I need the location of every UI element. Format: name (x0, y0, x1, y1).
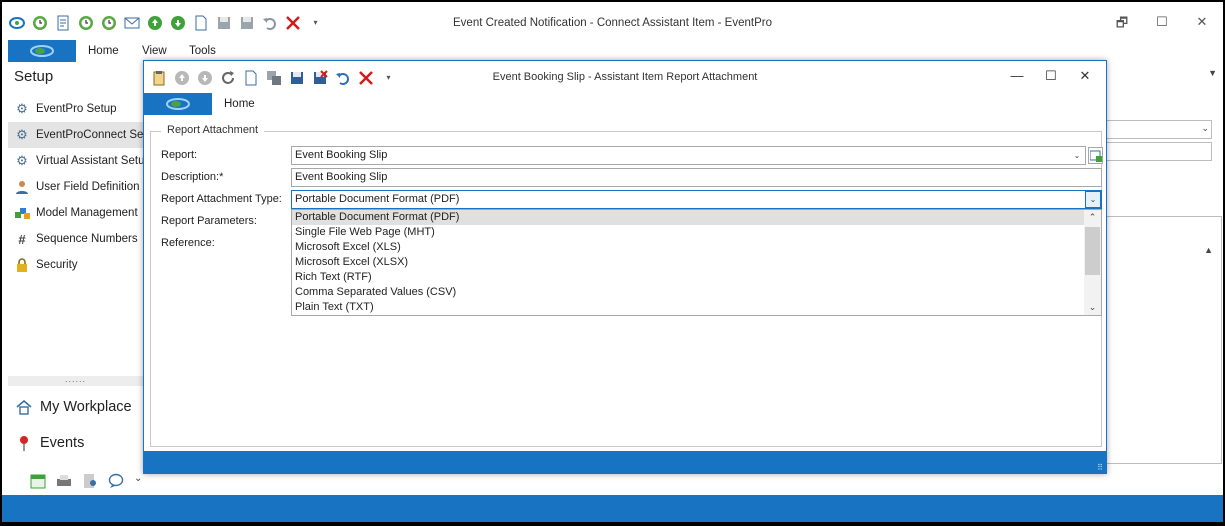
sidebar: Setup ⚙ EventPro Setup ⚙ EventProConnect S… (8, 62, 143, 520)
sidebar-item-eventpro-setup[interactable]: ⚙ EventPro Setup (8, 96, 143, 122)
ribbon-collapse-icon[interactable]: ▼ (1208, 68, 1217, 78)
nav-label: Events (40, 435, 85, 451)
app-menu-button[interactable] (8, 40, 76, 62)
report-value: Event Booking Slip (295, 149, 388, 161)
expand-icon[interactable]: ⌄ (134, 473, 143, 489)
dialog-tab-home[interactable]: Home (224, 98, 255, 110)
main-titlebar: ▾ Event Created Notification - Connect A… (2, 2, 1223, 40)
sidebar-item-label: Security (36, 259, 78, 271)
logo-icon (30, 45, 54, 57)
attachment-type-options: Portable Document Format (PDF) Single Fi… (291, 209, 1102, 316)
nav-events[interactable]: Events (14, 428, 84, 458)
close-icon[interactable]: ✕ (1074, 68, 1096, 84)
dialog-status-bar: ⠿ (144, 451, 1106, 473)
tab-view[interactable]: View (142, 45, 167, 57)
sidebar-item-label: EventProConnect Setup (36, 129, 143, 141)
chevron-down-icon[interactable]: ⌄ (1085, 191, 1101, 208)
attachment-type-label: Report Attachment Type: (161, 193, 282, 205)
main-window: ▾ Event Created Notification - Connect A… (2, 2, 1223, 522)
hash-icon: # (18, 231, 26, 247)
resize-grip-icon[interactable]: ⠿ (1097, 464, 1103, 472)
option-xls[interactable]: Microsoft Excel (XLS) (292, 240, 1101, 255)
background-combo[interactable]: ⌄ (1097, 120, 1212, 139)
restore-icon[interactable]: 🗗 (1109, 14, 1135, 36)
option-mht[interactable]: Single File Web Page (MHT) (292, 225, 1101, 240)
background-field[interactable] (1097, 142, 1212, 161)
chevron-down-icon[interactable]: ⌄ (1069, 147, 1085, 164)
report-parameters-label: Report Parameters: (161, 215, 257, 227)
maximize-icon[interactable]: ☐ (1149, 14, 1175, 36)
report-lookup-button[interactable] (1088, 147, 1103, 164)
option-csv[interactable]: Comma Separated Values (CSV) (292, 285, 1101, 300)
printer-icon[interactable] (56, 473, 72, 489)
scroll-down-icon[interactable]: ⌄ (1084, 300, 1101, 315)
sidebar-item-label: User Field Definition (36, 181, 140, 193)
gear-icon: ⚙ (16, 153, 28, 168)
main-window-controls: 🗗 ☐ ✕ (1109, 14, 1215, 36)
report-combo[interactable]: Event Booking Slip ⌄ (291, 146, 1086, 165)
close-icon[interactable]: ✕ (1189, 14, 1215, 36)
gear-icon: ⚙ (16, 101, 28, 116)
scroll-up-icon[interactable]: ⌃ (1084, 210, 1101, 225)
calendar-icon[interactable] (30, 473, 46, 489)
description-label: Description:* (161, 171, 224, 183)
dialog-title: Event Booking Slip - Assistant Item Repo… (492, 71, 758, 83)
group-title: Report Attachment (161, 124, 265, 136)
tab-tools[interactable]: Tools (189, 45, 216, 57)
report-attachment-group: Report Attachment Report: Event Booking … (150, 124, 1103, 447)
option-pdf[interactable]: Portable Document Format (PDF) (292, 210, 1101, 225)
sidebar-bottom-bar: ⌄ (8, 466, 143, 496)
main-content-area: ▼ ⌄ ▲ (1037, 62, 1223, 520)
chat-icon[interactable] (108, 473, 124, 489)
scroll-thumb[interactable] (1085, 227, 1100, 275)
pin-icon (14, 435, 34, 451)
tab-home[interactable]: Home (88, 45, 119, 57)
minimize-icon[interactable]: — (1006, 68, 1028, 84)
attachment-type-value: Portable Document Format (PDF) (295, 193, 460, 205)
maximize-icon[interactable]: ☐ (1040, 68, 1062, 84)
chevron-down-icon: ⌄ (1201, 123, 1209, 133)
dialog-titlebar: ▾ Event Booking Slip - Assistant Item Re… (144, 61, 1106, 93)
description-value: Event Booking Slip (295, 171, 388, 183)
sidebar-item-label: Model Management (36, 207, 138, 219)
attachment-type-combo[interactable]: Portable Document Format (PDF) ⌄ (291, 190, 1102, 209)
sidebar-item-model-management[interactable]: Model Management (8, 200, 143, 226)
logo-icon (166, 98, 190, 110)
main-window-title: Event Created Notification - Connect Ass… (453, 17, 772, 29)
user-icon (14, 179, 30, 195)
contacts-icon[interactable] (82, 473, 98, 489)
sort-arrow-icon[interactable]: ▲ (1204, 245, 1213, 255)
sidebar-item-label: Sequence Numbers (36, 233, 138, 245)
report-label: Report: (161, 149, 198, 161)
option-rtf[interactable]: Rich Text (RTF) (292, 270, 1101, 285)
dialog-window-controls: — ☐ ✕ (1006, 68, 1096, 84)
report-attachment-dialog: ▾ Event Booking Slip - Assistant Item Re… (143, 60, 1107, 474)
sidebar-item-user-field-definition[interactable]: User Field Definition (8, 174, 143, 200)
dialog-ribbon-tabs: Home (144, 93, 1106, 115)
sidebar-item-label: Virtual Assistant Setup (36, 155, 143, 167)
sidebar-item-label: EventPro Setup (36, 103, 117, 115)
sidebar-title: Setup (14, 68, 54, 85)
model-icon (14, 205, 30, 221)
gear-icon: ⚙ (16, 127, 28, 142)
sidebar-item-virtual-assistant-setup[interactable]: ⚙ Virtual Assistant Setup (8, 148, 143, 174)
reference-label: Reference: (161, 237, 215, 249)
sidebar-list: ⚙ EventPro Setup ⚙ EventProConnect Setup ⚙… (8, 96, 143, 278)
lock-icon (14, 257, 30, 273)
option-txt[interactable]: Plain Text (TXT) (292, 300, 1101, 315)
options-scrollbar[interactable]: ⌃ ⌄ (1084, 210, 1101, 315)
home-icon (14, 399, 34, 415)
sidebar-item-security[interactable]: Security (8, 252, 143, 278)
grid-lookup-icon (1089, 150, 1102, 162)
option-xlsx[interactable]: Microsoft Excel (XLSX) (292, 255, 1101, 270)
main-ribbon-tabs: Home View Tools (2, 40, 1223, 62)
sidebar-splitter[interactable]: ...... (8, 375, 143, 386)
nav-my-workplace[interactable]: My Workplace (14, 392, 132, 422)
dialog-app-menu-button[interactable] (144, 93, 212, 115)
sidebar-item-sequence-numbers[interactable]: # Sequence Numbers (8, 226, 143, 252)
main-status-bar (2, 495, 1223, 522)
description-field[interactable]: Event Booking Slip (291, 168, 1102, 187)
nav-label: My Workplace (40, 399, 132, 415)
sidebar-item-eventproconnect-setup[interactable]: ⚙ EventProConnect Setup (8, 122, 143, 148)
